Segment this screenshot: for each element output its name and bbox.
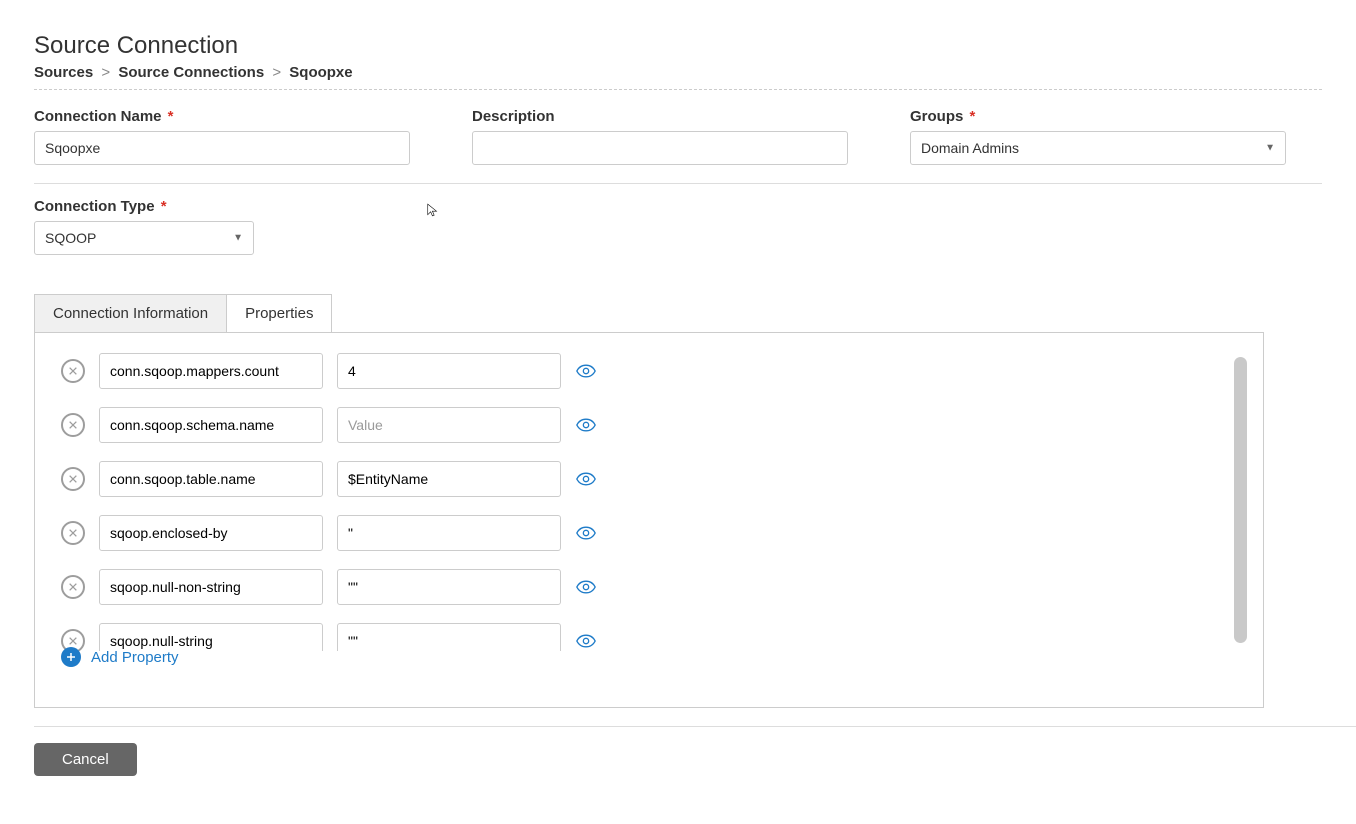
property-value-input[interactable] [337,461,561,497]
connection-type-label: Connection Type * [34,198,1322,215]
description-label: Description [472,108,848,125]
close-icon [68,582,78,592]
property-key-input[interactable] [99,407,323,443]
remove-property-button[interactable] [61,467,85,491]
property-value-input[interactable] [337,353,561,389]
close-icon [68,420,78,430]
eye-icon [576,364,596,378]
required-indicator: * [965,108,975,125]
property-key-input[interactable] [99,461,323,497]
close-icon [68,474,78,484]
property-row [61,353,1227,389]
toggle-visibility-button[interactable] [575,630,597,651]
connection-type-selected-value: SQOOP [45,230,96,246]
tab-connection-information[interactable]: Connection Information [34,294,227,333]
tab-properties[interactable]: Properties [227,294,332,333]
tabs: Connection Information Properties [34,293,1322,332]
close-icon [68,636,78,646]
connection-type-select[interactable]: SQOOP ▼ [34,221,254,255]
property-key-input[interactable] [99,515,323,551]
groups-label-text: Groups [910,108,963,125]
breadcrumb: Sources > Source Connections > Sqoopxe [34,64,1322,90]
required-indicator: * [157,198,167,215]
groups-select[interactable]: Domain Admins ▼ [910,131,1286,165]
eye-icon [576,472,596,486]
scrollbar[interactable] [1234,357,1247,643]
eye-icon [576,526,596,540]
add-property-label: Add Property [91,649,179,666]
property-row [61,515,1227,551]
remove-property-button[interactable] [61,413,85,437]
connection-name-label-text: Connection Name [34,108,162,125]
property-row [61,407,1227,443]
close-icon [68,528,78,538]
toggle-visibility-button[interactable] [575,576,597,598]
properties-panel: Add Property [34,332,1264,708]
chevron-down-icon: ▼ [1265,143,1275,154]
description-input[interactable] [472,131,848,165]
cancel-button[interactable]: Cancel [34,743,137,776]
property-value-input[interactable] [337,623,561,651]
eye-icon [576,418,596,432]
eye-icon [576,634,596,648]
property-value-input[interactable] [337,569,561,605]
properties-list [61,353,1237,651]
plus-icon [61,647,81,667]
breadcrumb-separator: > [272,64,281,81]
connection-name-input[interactable] [34,131,410,165]
property-value-input[interactable] [337,515,561,551]
section-divider [34,183,1322,184]
breadcrumb-item-current: Sqoopxe [289,64,352,81]
property-value-input[interactable] [337,407,561,443]
toggle-visibility-button[interactable] [575,468,597,490]
remove-property-button[interactable] [61,521,85,545]
property-key-input[interactable] [99,353,323,389]
page-title: Source Connection [34,32,1322,60]
property-key-input[interactable] [99,623,323,651]
property-key-input[interactable] [99,569,323,605]
connection-name-label: Connection Name * [34,108,410,125]
toggle-visibility-button[interactable] [575,414,597,436]
remove-property-button[interactable] [61,359,85,383]
property-row [61,569,1227,605]
groups-label: Groups * [910,108,1286,125]
toggle-visibility-button[interactable] [575,522,597,544]
remove-property-button[interactable] [61,575,85,599]
chevron-down-icon: ▼ [233,233,243,244]
property-row [61,461,1227,497]
required-indicator: * [164,108,174,125]
breadcrumb-item-sources[interactable]: Sources [34,64,93,81]
eye-icon [576,580,596,594]
breadcrumb-item-source-connections[interactable]: Source Connections [118,64,264,81]
footer-divider [34,726,1356,727]
connection-type-label-text: Connection Type [34,198,155,215]
breadcrumb-separator: > [101,64,110,81]
toggle-visibility-button[interactable] [575,360,597,382]
groups-selected-value: Domain Admins [921,140,1019,156]
close-icon [68,366,78,376]
